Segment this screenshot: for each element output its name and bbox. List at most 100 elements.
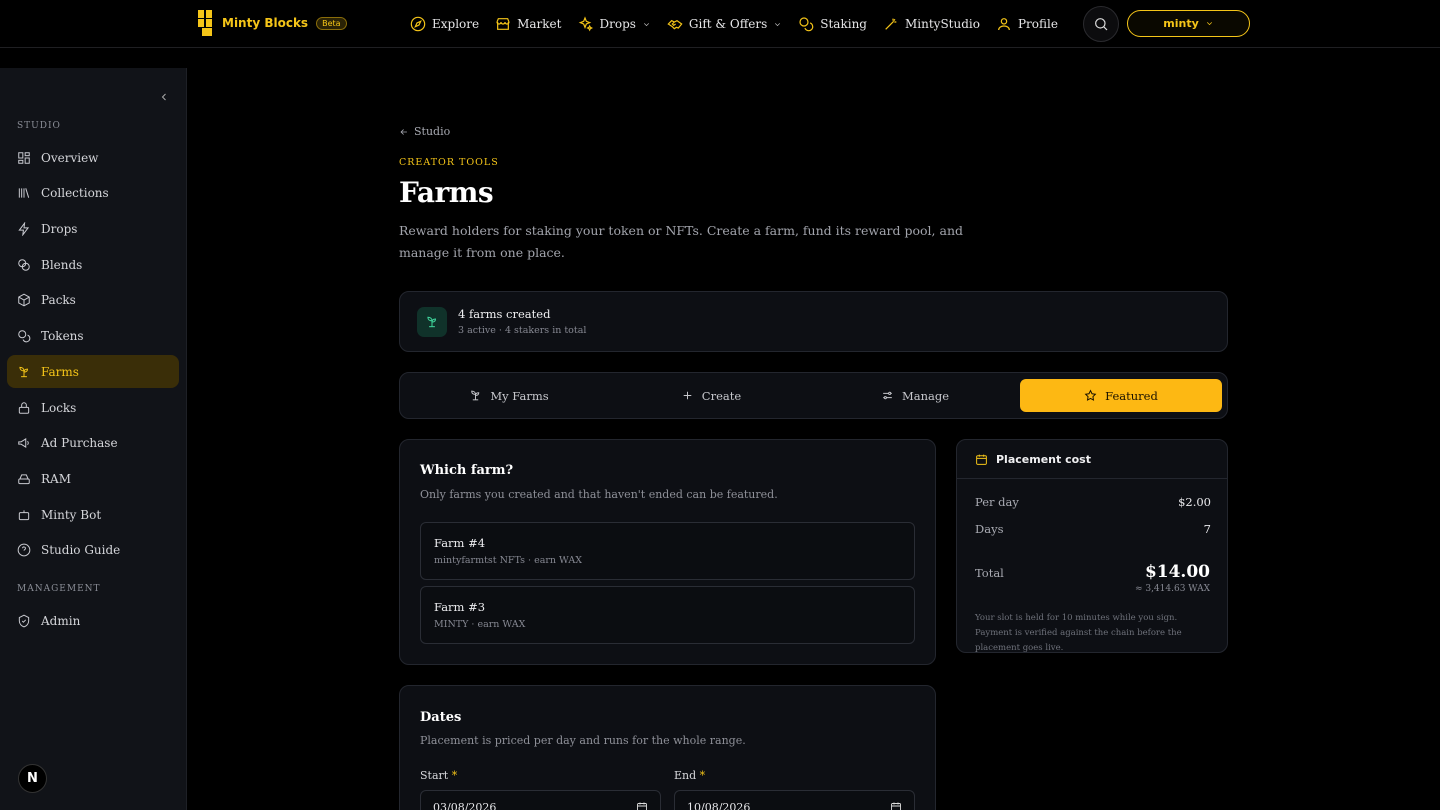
brand-logo[interactable]: Minty Blocks Beta (198, 10, 347, 36)
tab-my-farms[interactable]: My Farms (408, 379, 610, 412)
sidebar-item-studio-guide[interactable]: Studio Guide (7, 533, 179, 566)
calendar-icon (637, 802, 647, 810)
sidebar-item-farms[interactable]: Farms (7, 355, 179, 388)
user-menu-button[interactable]: minty (1127, 10, 1250, 37)
star-icon (1084, 389, 1097, 401)
sprout-icon (471, 390, 480, 401)
sidebar-section-management: MANAGEMENT (17, 584, 101, 594)
tab-create[interactable]: Create (610, 379, 812, 412)
sidebar-item-overview[interactable]: Overview (7, 141, 179, 174)
sprout-icon (19, 366, 28, 377)
nav-market[interactable]: Market (495, 16, 561, 32)
total-wax-value: ≈ 3,414.63 WAX (1134, 584, 1210, 594)
which-farm-title: Which farm? (420, 463, 514, 478)
sidebar-item-tokens[interactable]: Tokens (7, 319, 179, 352)
page-eyebrow: CREATOR TOOLS (399, 157, 499, 168)
wand-icon (885, 18, 897, 30)
back-to-studio-link[interactable]: Studio (399, 125, 450, 138)
which-farm-card: Which farm? Only farms you created and t… (399, 439, 936, 665)
tab-featured[interactable]: Featured (1020, 379, 1222, 412)
sidebar-item-locks[interactable]: Locks (7, 391, 179, 424)
summary-subtitle: 3 active · 4 stakers in total (458, 325, 587, 336)
sidebar-item-ram[interactable]: RAM (7, 462, 179, 495)
farm-meta: mintyfarmtst NFTs · earn WAX (434, 555, 582, 566)
calendar-icon (976, 454, 987, 465)
beta-badge: Beta (316, 16, 347, 30)
arrow-left-icon (400, 128, 407, 135)
sidebar-section-studio: STUDIO (17, 121, 61, 131)
help-circle-icon (17, 543, 31, 556)
farms-summary-card: 4 farms created 3 active · 4 stakers in … (399, 291, 1228, 352)
chevron-down-icon (1206, 22, 1212, 26)
farm-name: Farm #4 (434, 536, 486, 550)
dates-card: Dates Placement is priced per day and ru… (399, 685, 936, 810)
nav-drops[interactable]: Drops (577, 16, 650, 32)
sidebar-item-admin[interactable]: Admin (7, 604, 179, 637)
end-date-input[interactable]: 10/08/2026 (674, 790, 915, 810)
farm-option-4[interactable]: Farm #4 mintyfarmtst NFTs · earn WAX (420, 522, 915, 580)
brand-name: Minty Blocks (222, 16, 309, 30)
package-icon (18, 293, 30, 306)
user-name: minty (1163, 17, 1199, 30)
search-icon (1095, 18, 1108, 31)
sidebar-item-packs[interactable]: Packs (7, 283, 179, 316)
which-farm-subtitle: Only farms you created and that haven't … (420, 488, 778, 501)
farm-tabs: My Farms Create Manage Featured (399, 372, 1228, 419)
placement-note: Your slot is held for 10 minutes while y… (975, 613, 1182, 653)
collapse-sidebar-button[interactable] (158, 88, 170, 101)
grid-icon (18, 151, 30, 164)
store-icon (496, 18, 510, 30)
dates-title: Dates (420, 710, 462, 725)
sprout-icon (417, 307, 447, 337)
nav-staking[interactable]: Staking (798, 16, 867, 32)
total-value: $14.00 (1144, 562, 1210, 582)
compass-icon (410, 16, 426, 32)
days-row: Days 7 (975, 522, 1211, 536)
placement-cost-header: Placement cost (957, 440, 1227, 479)
farm-option-3[interactable]: Farm #3 MINTY · earn WAX (420, 586, 915, 644)
user-icon (998, 18, 1010, 31)
page-title: Farms (399, 176, 494, 209)
chevron-down-icon (775, 22, 781, 26)
days-value: 7 (1203, 522, 1211, 536)
farm-meta: MINTY · earn WAX (434, 619, 526, 630)
sidebar-item-ad-purchase[interactable]: Ad Purchase (7, 426, 179, 459)
tab-manage[interactable]: Manage (814, 379, 1016, 412)
studio-sidebar: STUDIO Overview Collections Drops Blends… (0, 68, 187, 810)
sidebar-item-drops[interactable]: Drops (7, 212, 179, 245)
handshake-icon (667, 19, 683, 30)
placement-cost-card: Placement cost Per day $2.00 Days 7 Tota… (956, 439, 1228, 653)
bot-icon (18, 509, 30, 520)
page-description: Reward holders for staking your token or… (399, 223, 963, 260)
framework-badge[interactable]: N (18, 764, 47, 793)
nav-profile[interactable]: Profile (996, 16, 1058, 32)
lock-icon (18, 401, 30, 414)
sidebar-item-minty-bot[interactable]: Minty Bot (7, 498, 179, 531)
coins-icon (18, 329, 31, 342)
summary-title: 4 farms created (458, 307, 551, 321)
sidebar-item-blends[interactable]: Blends (7, 248, 179, 281)
farm-name: Farm #3 (434, 600, 486, 614)
sidebar-item-collections[interactable]: Collections (7, 176, 179, 209)
hard-drive-icon (18, 473, 30, 484)
end-label: End * (674, 769, 706, 782)
shield-check-icon (18, 614, 30, 627)
library-icon (18, 187, 30, 198)
nav-mintystudio[interactable]: MintyStudio (883, 16, 980, 32)
search-button[interactable] (1083, 6, 1119, 42)
megaphone-icon (18, 437, 29, 448)
calendar-icon (891, 802, 901, 810)
start-date-input[interactable]: 03/08/2026 (420, 790, 661, 810)
per-day-row: Per day $2.00 (975, 495, 1211, 509)
nav-gift-offers[interactable]: Gift & Offers (667, 16, 782, 32)
zap-icon (18, 221, 30, 236)
dates-subtitle: Placement is priced per day and runs for… (420, 734, 746, 747)
chevron-left-icon (161, 93, 166, 101)
coins-icon (799, 17, 814, 32)
sparkles-icon (579, 16, 594, 32)
plus-icon (683, 391, 692, 400)
minty-blocks-logo-icon (198, 10, 214, 36)
nav-explore[interactable]: Explore (410, 16, 479, 32)
per-day-value: $2.00 (1178, 495, 1211, 509)
start-label: Start * (420, 769, 458, 782)
